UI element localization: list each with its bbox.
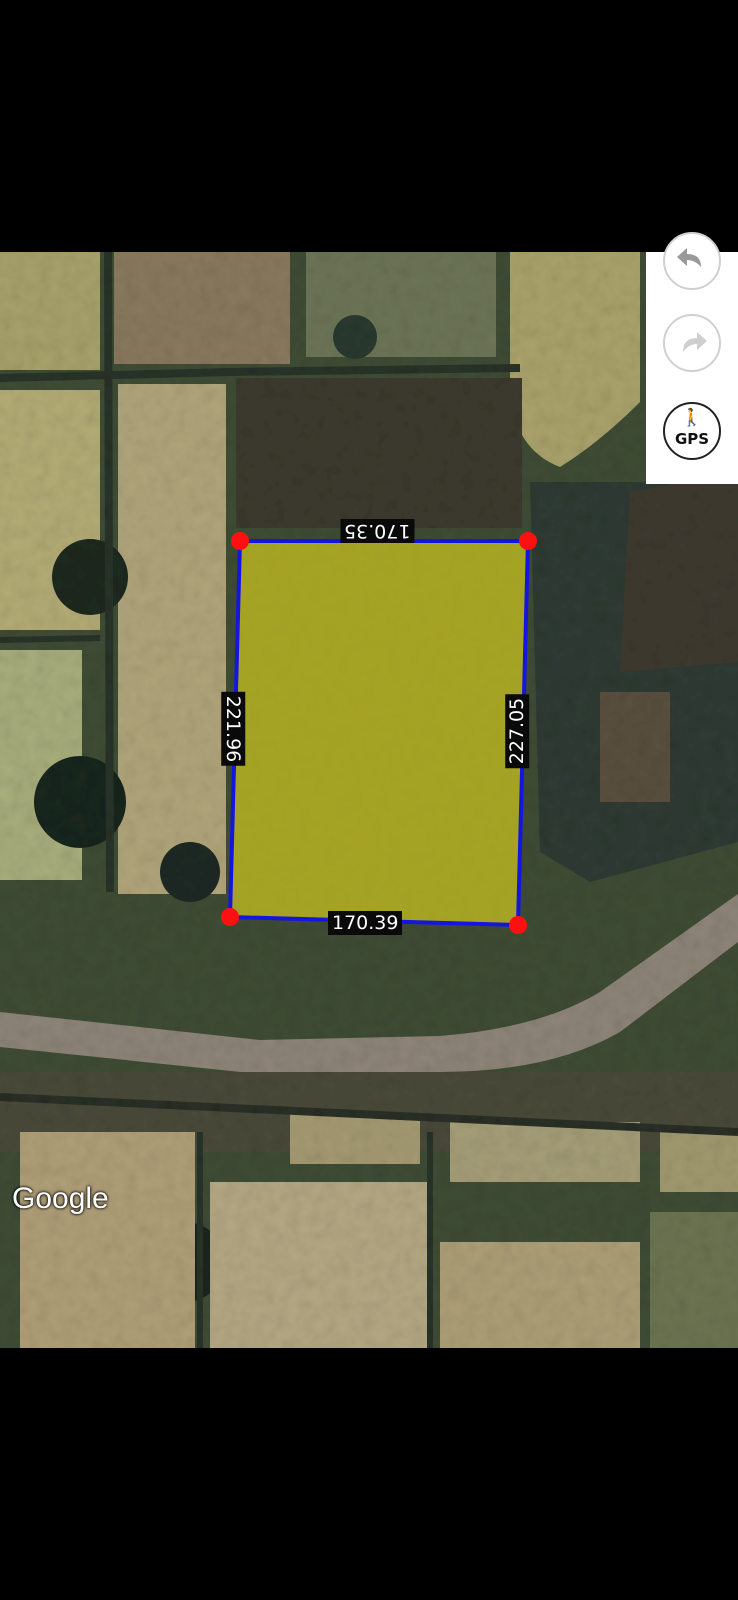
vertex-marker <box>519 532 537 550</box>
map-imagery <box>0 252 738 1348</box>
gps-label: GPS <box>674 430 710 448</box>
undo-icon <box>677 248 701 267</box>
walking-person-icon: 🚶 <box>681 408 703 427</box>
redo-icon <box>683 332 707 352</box>
vertex-marker <box>221 908 239 926</box>
map-toolbar: 🚶 GPS <box>646 232 738 484</box>
gps-button[interactable]: 🚶 GPS <box>663 402 721 460</box>
left-edge-length: 221.96 <box>221 691 246 767</box>
top-edge-length: 170.35 <box>340 519 415 543</box>
bottom-edge-length: 170.39 <box>328 911 403 935</box>
plot-polygon <box>227 539 531 928</box>
vertex-marker <box>509 916 527 934</box>
satellite-map[interactable]: 170.35 221.96 227.05 170.39 Google <box>0 252 738 1348</box>
right-edge-length: 227.05 <box>505 693 530 769</box>
vertex-marker <box>231 532 249 550</box>
redo-button[interactable] <box>663 314 721 372</box>
google-attribution: Google <box>12 1182 109 1215</box>
undo-button[interactable] <box>663 232 721 290</box>
